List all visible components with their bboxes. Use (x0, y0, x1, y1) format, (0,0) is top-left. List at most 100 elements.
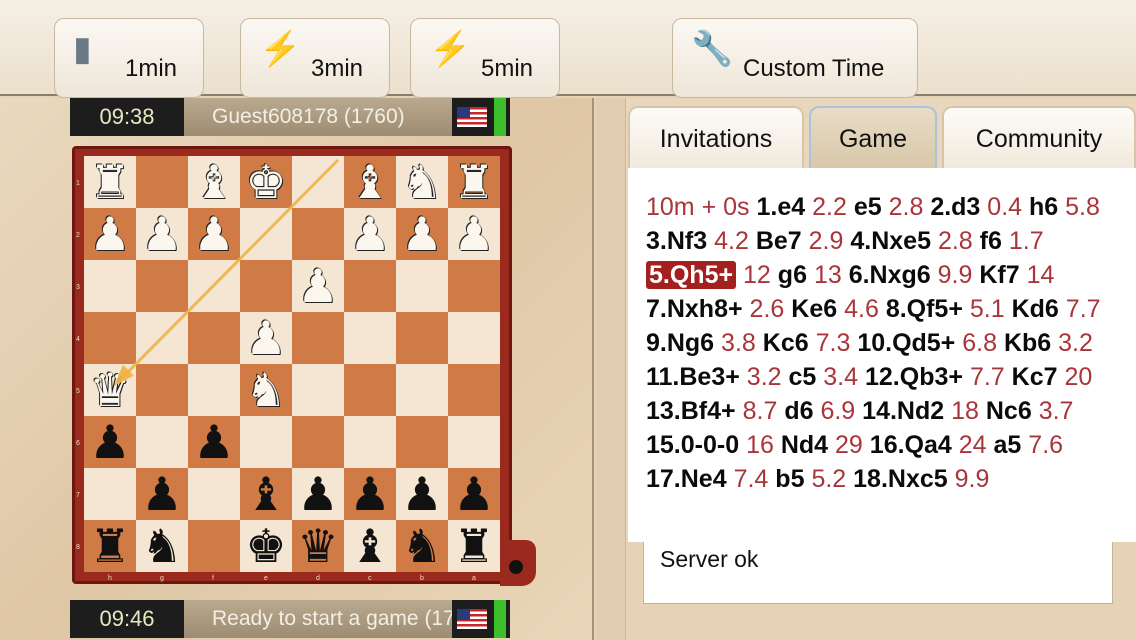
move[interactable]: 15.0-0-0 (646, 431, 739, 459)
board-square[interactable] (240, 260, 292, 312)
white-pawn-icon[interactable]: ♟ (245, 315, 286, 361)
board-square[interactable] (136, 312, 188, 364)
move[interactable]: 7.Nxh8+ (646, 295, 743, 323)
board-square[interactable] (344, 260, 396, 312)
white-pawn-icon[interactable]: ♟ (453, 211, 494, 257)
white-pawn-icon[interactable]: ♟ (141, 211, 182, 257)
black-pawn-icon[interactable]: ♟ (297, 471, 338, 517)
white-knight-icon[interactable]: ♞ (245, 367, 286, 413)
tab-community[interactable]: Community (942, 106, 1136, 168)
board-square[interactable] (136, 260, 188, 312)
white-bishop-icon[interactable]: ♝ (193, 159, 234, 205)
board-square[interactable] (396, 260, 448, 312)
board-square[interactable] (448, 416, 500, 468)
board-square[interactable]: ♟ (448, 208, 500, 260)
move[interactable]: d6 (784, 397, 813, 425)
move[interactable]: Kb6 (1004, 329, 1051, 357)
board-square[interactable] (136, 156, 188, 208)
board-square[interactable]: ♝ (344, 156, 396, 208)
move[interactable]: 12.Qb3+ (865, 363, 963, 391)
board-handle[interactable] (500, 540, 536, 586)
white-pawn-icon[interactable]: ♟ (193, 211, 234, 257)
move[interactable]: Kd6 (1012, 295, 1059, 323)
black-rook-icon[interactable]: ♜ (453, 523, 494, 569)
move[interactable]: 9.Ng6 (646, 329, 714, 357)
white-rook-icon[interactable]: ♜ (89, 159, 130, 205)
board-square[interactable] (448, 312, 500, 364)
black-pawn-icon[interactable]: ♟ (453, 471, 494, 517)
board-square[interactable] (292, 416, 344, 468)
board-square[interactable]: ♞ (396, 156, 448, 208)
board-square[interactable] (84, 312, 136, 364)
white-knight-icon[interactable]: ♞ (401, 159, 442, 205)
black-pawn-icon[interactable]: ♟ (141, 471, 182, 517)
move[interactable]: Kc6 (763, 329, 809, 357)
black-rook-icon[interactable]: ♜ (89, 523, 130, 569)
white-pawn-icon[interactable]: ♟ (349, 211, 390, 257)
board-square[interactable]: ♜ (84, 156, 136, 208)
move[interactable]: Nd4 (781, 431, 828, 459)
move[interactable]: h6 (1029, 193, 1058, 221)
white-rook-icon[interactable]: ♜ (453, 159, 494, 205)
move[interactable]: 16.Qa4 (870, 431, 952, 459)
move[interactable]: Be7 (756, 227, 802, 255)
board-square[interactable] (292, 208, 344, 260)
board-square[interactable] (448, 260, 500, 312)
board-square[interactable]: ♟ (292, 260, 344, 312)
board-square[interactable]: ♚ (240, 520, 292, 572)
board-square[interactable]: ♛ (84, 364, 136, 416)
current-move[interactable]: 5.Qh5+ (646, 261, 737, 289)
board-square[interactable] (240, 208, 292, 260)
move[interactable]: g6 (778, 261, 807, 289)
white-king-icon[interactable]: ♚ (245, 159, 286, 205)
board-square[interactable]: ♟ (396, 468, 448, 520)
board-square[interactable]: ♞ (396, 520, 448, 572)
white-bishop-icon[interactable]: ♝ (349, 159, 390, 205)
board-square[interactable] (396, 312, 448, 364)
move[interactable]: c5 (789, 363, 817, 391)
board-square[interactable] (188, 312, 240, 364)
tab-invitations[interactable]: Invitations (628, 106, 804, 168)
board-square[interactable]: ♜ (448, 156, 500, 208)
white-queen-icon[interactable]: ♛ (89, 367, 130, 413)
board-square[interactable]: ♟ (292, 468, 344, 520)
move[interactable]: 10.Qd5+ (857, 329, 955, 357)
one-minute-button[interactable]: ▮ 1min (54, 18, 204, 98)
move[interactable]: 8.Qf5+ (886, 295, 963, 323)
move[interactable]: 1.e4 (756, 193, 805, 221)
black-pawn-icon[interactable]: ♟ (193, 419, 234, 465)
move[interactable]: Ke6 (791, 295, 837, 323)
board-square[interactable]: ♞ (240, 364, 292, 416)
board-square[interactable] (84, 468, 136, 520)
black-king-icon[interactable]: ♚ (245, 523, 286, 569)
board-square[interactable] (136, 416, 188, 468)
move[interactable]: 17.Ne4 (646, 465, 727, 493)
black-queen-icon[interactable]: ♛ (297, 523, 338, 569)
move[interactable]: 3.Nf3 (646, 227, 707, 255)
black-knight-icon[interactable]: ♞ (141, 523, 182, 569)
board-square[interactable]: ♝ (344, 520, 396, 572)
board-square[interactable] (84, 260, 136, 312)
black-pawn-icon[interactable]: ♟ (401, 471, 442, 517)
board-square[interactable]: ♞ (136, 520, 188, 572)
board-square[interactable]: ♟ (344, 468, 396, 520)
white-pawn-icon[interactable]: ♟ (401, 211, 442, 257)
white-pawn-icon[interactable]: ♟ (297, 263, 338, 309)
move[interactable]: b5 (775, 465, 804, 493)
move[interactable]: Kc7 (1012, 363, 1058, 391)
move[interactable]: 6.Nxg6 (849, 261, 931, 289)
three-minute-button[interactable]: ⚡ 3min (240, 18, 390, 98)
board-square[interactable] (240, 416, 292, 468)
black-pawn-icon[interactable]: ♟ (89, 419, 130, 465)
board-square[interactable] (344, 364, 396, 416)
move[interactable]: Kf7 (979, 261, 1019, 289)
board-square[interactable] (188, 260, 240, 312)
five-minute-button[interactable]: ⚡ 5min (410, 18, 560, 98)
move-list[interactable]: 10m + 0s 1.e4 2.2 e5 2.8 2.d3 0.4 h6 5.8… (628, 168, 1136, 542)
board-square[interactable]: ♟ (84, 208, 136, 260)
board-square[interactable]: ♟ (396, 208, 448, 260)
board-square[interactable] (344, 312, 396, 364)
board-square[interactable] (292, 364, 344, 416)
board-square[interactable]: ♚ (240, 156, 292, 208)
move[interactable]: 11.Be3+ (646, 363, 740, 391)
